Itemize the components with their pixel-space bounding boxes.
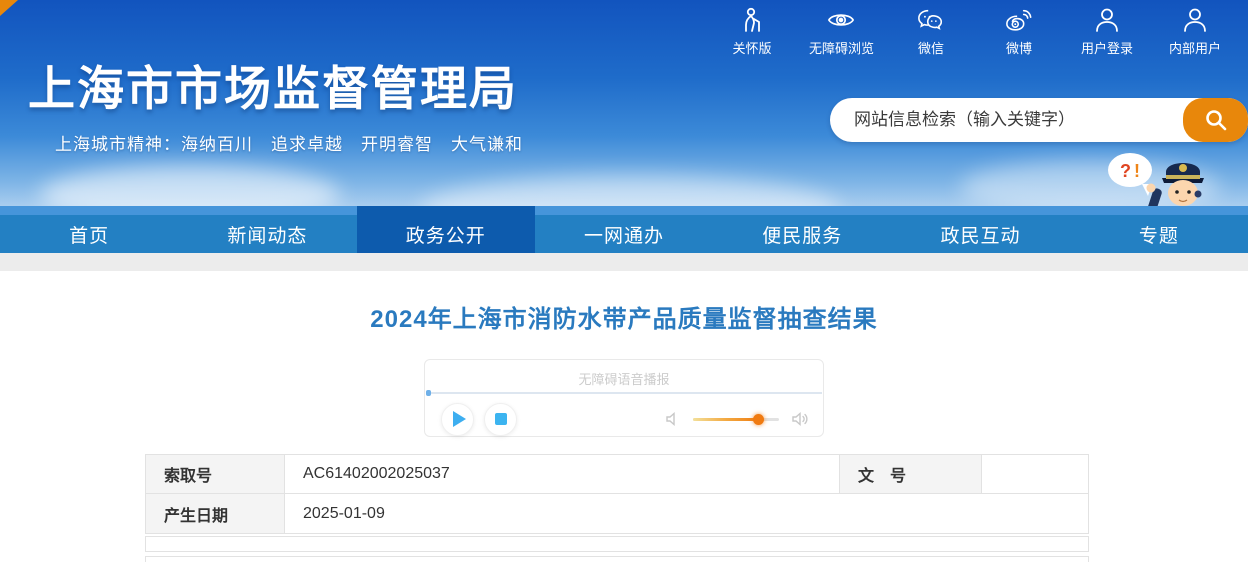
quick-link-internal-user[interactable]: 内部用户 [1164, 6, 1226, 57]
quick-link-label: 微信 [918, 38, 944, 57]
quick-link-label: 关怀版 [732, 38, 771, 57]
article-title: 2024年上海市消防水带产品质量监督抽查结果 [0, 271, 1248, 334]
article-content: 2024年上海市消防水带产品质量监督抽查结果 无障碍语音播报 [0, 271, 1248, 562]
audio-stop-button[interactable] [484, 403, 517, 436]
svg-text:!: ! [1134, 161, 1140, 181]
stop-icon [495, 413, 507, 425]
nav-item-gov-info[interactable]: 政务公开 [357, 206, 535, 253]
volume-max-icon [791, 411, 809, 427]
audio-player-label: 无障碍语音播报 [425, 360, 823, 388]
quick-link-user-login[interactable]: 用户登录 [1076, 6, 1138, 57]
site-search-bar [830, 98, 1248, 142]
site-header: 关怀版 无障碍浏览 微信 [0, 0, 1248, 206]
meta-label-index-number: 索取号 [145, 454, 285, 494]
table-spacer-row [145, 536, 1089, 552]
nav-item-public-service[interactable]: 便民服务 [713, 206, 891, 253]
volume-fill [693, 418, 759, 421]
meta-label-doc-number: 文 号 [840, 454, 982, 494]
elder-care-icon [738, 6, 766, 34]
nav-item-one-stop-service[interactable]: 一网通办 [535, 206, 713, 253]
nav-item-news[interactable]: 新闻动态 [178, 206, 356, 253]
volume-slider[interactable] [693, 418, 779, 421]
internal-user-icon [1181, 6, 1209, 34]
nav-item-interaction[interactable]: 政民互动 [891, 206, 1069, 253]
eye-icon [827, 6, 855, 34]
meta-label-issue-date: 产生日期 [145, 494, 285, 534]
quick-link-label: 无障碍浏览 [809, 38, 874, 57]
user-login-icon [1093, 6, 1121, 34]
table-partial-row [145, 556, 1089, 562]
table-row: 产生日期 2025-01-09 [145, 494, 1089, 534]
mascot-bubble-text: ? [1120, 161, 1131, 181]
document-meta-table: 索取号 AC61402002025037 文 号 产生日期 2025-01-09 [145, 454, 1089, 534]
cloud-decoration [40, 165, 340, 206]
nav-item-home[interactable]: 首页 [0, 206, 178, 253]
corner-ribbon [0, 0, 18, 16]
audio-progress-handle[interactable] [426, 390, 431, 396]
audio-progress-bar[interactable] [426, 392, 822, 394]
quick-link-label: 内部用户 [1169, 38, 1221, 57]
accessibility-audio-player: 无障碍语音播报 [424, 359, 824, 437]
search-icon [1203, 107, 1229, 133]
quick-link-wechat[interactable]: 微信 [900, 6, 962, 57]
cloud-decoration [420, 175, 840, 206]
city-spirit-slogan: 上海城市精神：海纳百川 追求卓越 开明睿智 大气谦和 [55, 130, 523, 155]
play-icon [453, 411, 466, 427]
meta-value-doc-number [982, 454, 1089, 494]
header-content-divider [0, 253, 1248, 271]
meta-value-index-number: AC61402002025037 [285, 454, 840, 494]
site-logo-title[interactable]: 上海市市场监督管理局 [28, 50, 518, 119]
weibo-icon [1005, 6, 1033, 34]
quick-link-label: 用户登录 [1081, 38, 1133, 57]
audio-play-button[interactable] [441, 403, 474, 436]
quick-link-label: 微博 [1006, 38, 1032, 57]
smart-service-mascot[interactable]: ? ! 智能客服 [1098, 148, 1248, 206]
wechat-icon [917, 6, 945, 34]
search-input[interactable] [830, 98, 1180, 142]
table-row: 索取号 AC61402002025037 文 号 [145, 454, 1089, 494]
search-button[interactable] [1183, 98, 1248, 142]
volume-knob[interactable] [753, 414, 764, 425]
header-quick-links: 关怀版 无障碍浏览 微信 [721, 6, 1226, 57]
meta-value-issue-date: 2025-01-09 [285, 494, 1089, 534]
nav-item-special-topics[interactable]: 专题 [1070, 206, 1248, 253]
quick-link-accessibility[interactable]: 无障碍浏览 [809, 6, 874, 57]
main-nav: 首页 新闻动态 政务公开 一网通办 便民服务 政民互动 专题 [0, 206, 1248, 253]
quick-link-weibo[interactable]: 微博 [988, 6, 1050, 57]
volume-min-icon [665, 411, 681, 427]
quick-link-care-version[interactable]: 关怀版 [721, 6, 783, 57]
